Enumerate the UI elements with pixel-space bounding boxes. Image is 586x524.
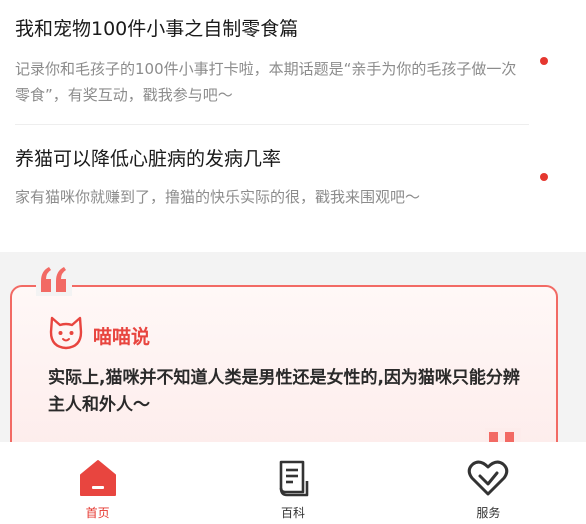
tab-label: 服务	[476, 506, 501, 520]
unread-dot	[540, 57, 548, 65]
article-item[interactable]: 我和宠物100件小事之自制零食篇 记录你和毛孩子的100件小事打卡啦，本期话题是…	[15, 14, 541, 108]
quote-card: 喵喵说 实际上,猫咪并不知道人类是男性还是女性的,因为猫咪只能分辨主人和外人～	[10, 285, 558, 442]
tab-label: 百科	[280, 506, 305, 520]
article-description: 家有猫咪你就赚到了，撸猫的快乐实际的很，戳我来围观吧～	[15, 188, 421, 206]
tab-label: 首页	[85, 506, 110, 520]
heart-service-icon	[467, 458, 509, 498]
unread-dot	[540, 173, 548, 181]
article-title: 我和宠物100件小事之自制零食篇	[15, 18, 299, 40]
divider	[15, 124, 529, 125]
bottom-tab-bar: 首页 百科 服务	[0, 442, 586, 524]
book-icon	[272, 458, 314, 498]
article-feed: 我和宠物100件小事之自制零食篇 记录你和毛孩子的100件小事打卡啦，本期话题是…	[0, 0, 586, 252]
tab-home[interactable]: 首页	[0, 442, 195, 524]
cat-face-icon	[48, 316, 84, 354]
quote-card-title: 喵喵说	[93, 325, 151, 348]
quote-text: 实际上,猫咪并不知道人类是男性还是女性的,因为猫咪只能分辨主人和外人～	[48, 368, 520, 415]
quote-card-header: 喵喵说	[48, 316, 151, 354]
article-title: 养猫可以降低心脏病的发病几率	[15, 148, 282, 170]
close-quote-icon	[485, 428, 521, 442]
article-description: 记录你和毛孩子的100件小事打卡啦，本期话题是“亲手为你的毛孩子做一次零食”，有…	[15, 60, 517, 104]
tab-encyclopedia[interactable]: 百科	[195, 442, 390, 524]
quote-section: 喵喵说 实际上,猫咪并不知道人类是男性还是女性的,因为猫咪只能分辨主人和外人～	[0, 252, 586, 442]
tab-services[interactable]: 服务	[391, 442, 586, 524]
article-item[interactable]: 养猫可以降低心脏病的发病几率 家有猫咪你就赚到了，撸猫的快乐实际的很，戳我来围观…	[15, 144, 541, 210]
home-icon	[77, 458, 119, 498]
open-quote-icon	[36, 262, 72, 296]
